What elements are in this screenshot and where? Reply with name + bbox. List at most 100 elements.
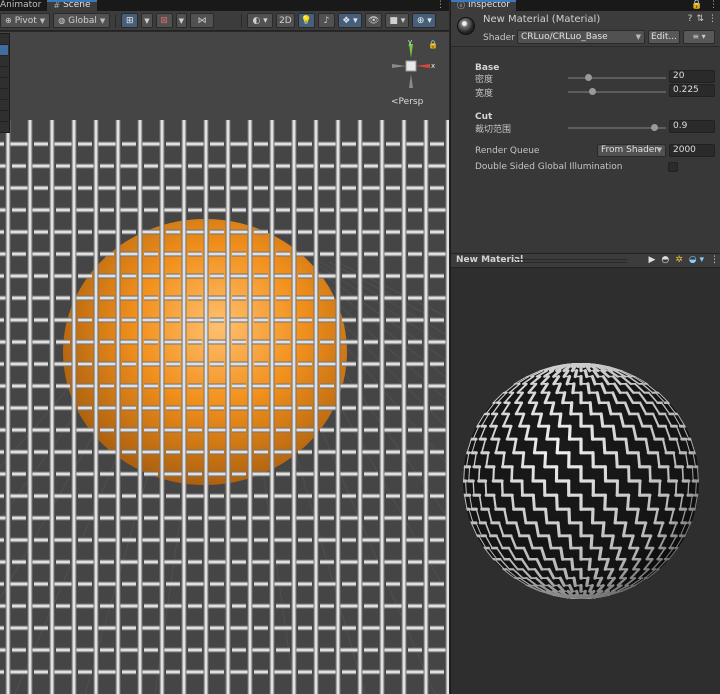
weave-strand-horizontal xyxy=(430,581,444,587)
width-slider[interactable] xyxy=(568,88,666,95)
global-dropdown[interactable]: ◍ Global ▼ xyxy=(53,13,111,28)
weave-strand-horizontal xyxy=(34,229,48,235)
scene-viewport[interactable] xyxy=(0,32,449,694)
shader-dropdown[interactable]: CRLuo/CRLuo_Base ▼ xyxy=(517,30,645,44)
tab-scene[interactable]: # Scene xyxy=(47,0,97,11)
shader-options-button[interactable]: ≡ ▾ xyxy=(683,30,715,44)
chevron-down-icon: ▼ xyxy=(635,33,641,41)
weave-strand-horizontal xyxy=(386,273,400,279)
weave-strand-horizontal xyxy=(12,339,26,345)
weave-strand-horizontal xyxy=(232,559,246,565)
weave-strand-horizontal xyxy=(100,603,114,609)
preview-controls: ▶ ◓ ✲ ◒ ▾ ⋮ xyxy=(648,255,719,265)
weave-strand-horizontal xyxy=(276,383,290,389)
gizmo-y-arrow[interactable] xyxy=(409,44,413,58)
weave-strand-horizontal xyxy=(122,669,136,675)
more-icon[interactable]: ⋮ xyxy=(708,14,717,24)
preview-more-icon[interactable]: ⋮ xyxy=(710,255,719,265)
weave-strand-horizontal xyxy=(364,647,378,653)
density-slider-thumb[interactable] xyxy=(584,74,592,81)
camera-dropdown[interactable]: ■ ▾ xyxy=(385,13,410,28)
render-queue-dropdown[interactable]: From Shader ▼ xyxy=(597,144,666,157)
scale-tool-button[interactable] xyxy=(0,67,8,78)
transform-tool-button[interactable] xyxy=(0,89,8,100)
grid-snap-button[interactable]: ⊞ xyxy=(121,13,139,28)
settings-icon[interactable]: ⇅ xyxy=(696,14,704,24)
weave-strand-horizontal xyxy=(298,185,312,191)
inspector-lock-icon[interactable]: 🔒 xyxy=(691,0,702,11)
play-icon[interactable]: ▶ xyxy=(648,255,655,265)
scene-more-icon[interactable]: ⋮ xyxy=(436,0,445,11)
density-field[interactable]: 20 xyxy=(669,70,715,83)
lighting-toggle[interactable]: 💡 xyxy=(297,13,315,28)
persp-label[interactable]: <Persp xyxy=(391,97,423,107)
weave-strand-horizontal xyxy=(78,185,92,191)
preview-shape-icon[interactable]: ◓ xyxy=(661,255,669,265)
gizmos-dropdown[interactable]: ⊕ ▾ xyxy=(412,13,437,28)
custom-tool-button[interactable] xyxy=(0,100,8,111)
gizmo-negy-arrow[interactable] xyxy=(409,74,413,88)
gizmo-x-arrow[interactable] xyxy=(416,64,430,68)
tab-animator[interactable]: Animator xyxy=(0,0,47,11)
double-sided-gi-checkbox[interactable] xyxy=(668,162,678,172)
weave-strand-horizontal xyxy=(408,383,422,389)
weave-strand-horizontal xyxy=(320,295,334,301)
weave-strand-horizontal xyxy=(276,603,290,609)
width-field[interactable]: 0.225 xyxy=(669,84,715,97)
weave-strand-horizontal xyxy=(0,185,4,191)
edit-shader-button[interactable]: Edit... xyxy=(648,30,680,44)
weave-strand-horizontal xyxy=(298,493,312,499)
help-icon[interactable]: ? xyxy=(688,14,693,24)
weave-strand-horizontal xyxy=(34,449,48,455)
extra-tool-button[interactable] xyxy=(0,111,8,122)
weave-strand-vertical xyxy=(269,670,275,694)
weave-strand-horizontal xyxy=(210,493,224,499)
increment-snap-button[interactable]: ⊠ xyxy=(155,13,173,28)
weave-strand-horizontal xyxy=(144,559,158,565)
weave-strand-horizontal xyxy=(276,295,290,301)
cut-slider-thumb[interactable] xyxy=(651,124,659,131)
inspector-more-icon[interactable]: ⋮ xyxy=(709,0,718,11)
pivot-dropdown[interactable]: ⊕ Pivot ▼ xyxy=(0,13,51,28)
increment-snap-menu[interactable]: ▼ xyxy=(175,13,188,28)
cut-slider[interactable] xyxy=(568,124,666,131)
preview-resize-grip[interactable] xyxy=(515,259,627,263)
weave-strand-horizontal xyxy=(408,427,422,433)
view-tool-button[interactable] xyxy=(0,34,8,45)
grid-snap-menu[interactable]: ▼ xyxy=(141,13,153,28)
light-bulb-icon: 💡 xyxy=(300,15,312,26)
draw-mode-dropdown[interactable]: ◐ ▾ xyxy=(247,13,274,28)
audio-toggle[interactable]: ♪ xyxy=(317,13,335,28)
lock-icon[interactable]: 🔒 xyxy=(428,40,438,49)
weave-strand-horizontal xyxy=(386,141,400,147)
tab-inspector[interactable]: ⓘ Inspector xyxy=(451,0,516,11)
visibility-toggle[interactable]: 👁 xyxy=(364,13,383,28)
gizmo-negx-arrow[interactable] xyxy=(392,64,406,68)
rect-tool-button[interactable] xyxy=(0,78,8,89)
cut-label: 裁切范围 xyxy=(475,125,512,135)
weave-strand-horizontal xyxy=(320,207,334,213)
surface-snap-button[interactable]: ⋈ xyxy=(190,13,215,28)
material-preview[interactable] xyxy=(451,268,720,694)
light-toggle-icon[interactable]: ✲ xyxy=(675,255,683,265)
gizmo-center-cube[interactable] xyxy=(405,60,417,72)
weave-strand-horizontal xyxy=(298,273,312,279)
weave-strand-horizontal xyxy=(78,669,92,675)
weave-strand-horizontal xyxy=(78,273,92,279)
width-slider-thumb[interactable] xyxy=(588,88,596,95)
move-tool-button[interactable] xyxy=(0,45,8,56)
weave-strand-horizontal xyxy=(210,669,224,675)
effects-dropdown[interactable]: ❖ ▾ xyxy=(337,13,362,28)
preview-mesh-icon[interactable]: ◒ ▾ xyxy=(689,255,704,265)
render-queue-field[interactable]: 2000 xyxy=(669,144,715,157)
cut-field[interactable]: 0.9 xyxy=(669,120,715,133)
density-slider[interactable] xyxy=(568,74,666,81)
toggle-2d-button[interactable]: 2D xyxy=(276,13,295,28)
tab-animator-label: Animator xyxy=(0,0,42,10)
weave-strand-horizontal xyxy=(430,229,444,235)
weave-strand-horizontal xyxy=(430,669,444,675)
inspector-panel: ⓘ Inspector 🔒 ⋮ New Material (Material) … xyxy=(450,0,720,694)
weave-strand-horizontal xyxy=(320,647,334,653)
rotate-tool-button[interactable] xyxy=(0,56,8,67)
weave-strand-horizontal xyxy=(320,427,334,433)
